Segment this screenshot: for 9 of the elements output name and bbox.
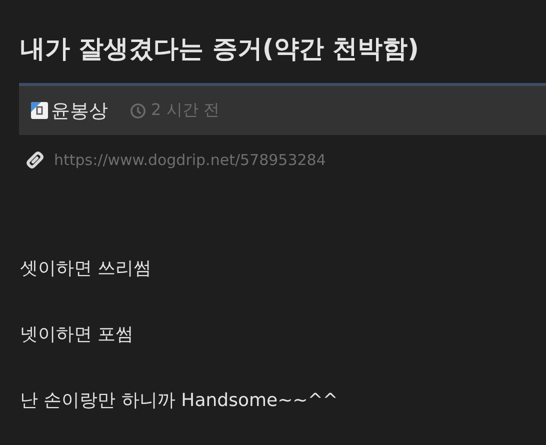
post-title: 내가 잘생겼다는 증거(약간 천박함) <box>20 33 420 65</box>
clock-icon <box>130 102 146 118</box>
post-time: 2 시간 전 <box>151 100 220 121</box>
paragraph: 셋이하면 쓰리썸 <box>20 257 153 281</box>
paragraph: 난 손이랑만 하니까 Handsome~~^^ <box>20 389 339 413</box>
link-icon <box>24 150 46 170</box>
paragraph: 넷이하면 포썸 <box>20 323 135 347</box>
level-badge-icon <box>31 102 48 119</box>
author-name[interactable]: 윤봉상 <box>51 98 108 124</box>
